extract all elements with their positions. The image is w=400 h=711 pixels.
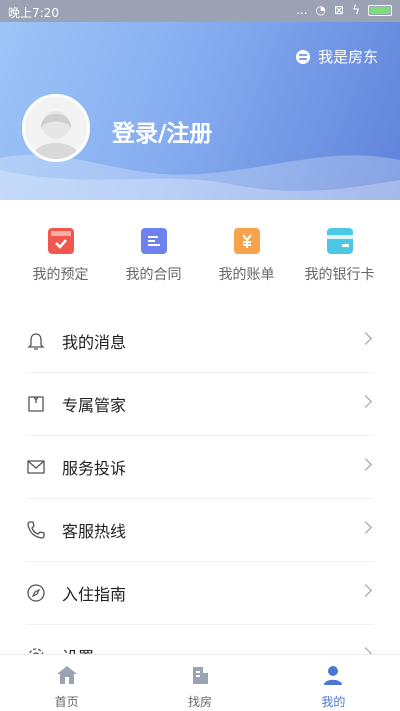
- menu-item-label: 专属管家: [62, 396, 127, 415]
- building-icon: [192, 667, 208, 684]
- profile-header: 我是房东 登录/注册: [0, 22, 400, 200]
- quick-action-label: 我的银行卡: [304, 267, 375, 283]
- menu-item-guide[interactable]: 入住指南: [26, 562, 374, 625]
- tab-label: 找房: [187, 695, 212, 709]
- default-avatar-icon: [25, 97, 87, 159]
- phone-icon: [27, 521, 45, 539]
- menu-item-label: 客服热线: [62, 522, 127, 541]
- menu-item-butler[interactable]: 专属管家: [26, 373, 374, 436]
- quick-actions: 我的预定 我的合同 我的账单 我的银行卡: [0, 228, 400, 284]
- bill-icon: [233, 228, 260, 254]
- menu-item-label: 入住指南: [62, 585, 127, 604]
- quick-action-reservation[interactable]: 我的预定: [20, 228, 102, 284]
- landlord-label: 我是房东: [317, 48, 378, 66]
- chevron-right-icon: [359, 521, 372, 534]
- menu-item-messages[interactable]: 我的消息: [26, 310, 374, 373]
- sim-icon: ⊠: [334, 3, 345, 17]
- home-icon: [56, 666, 77, 684]
- menu-item-hotline[interactable]: 客服热线: [26, 499, 374, 562]
- signal-dots-icon: ...: [296, 3, 308, 17]
- shirt-icon: [28, 396, 44, 412]
- status-icons: ... ◔ ⊠ ϟ: [296, 3, 392, 17]
- quick-action-bill[interactable]: 我的账单: [206, 228, 288, 284]
- quick-action-contract[interactable]: 我的合同: [113, 228, 195, 284]
- quick-action-bank-card[interactable]: 我的银行卡: [299, 228, 381, 284]
- calendar-check-icon: [47, 228, 74, 254]
- menu-item-complaint[interactable]: 服务投诉: [26, 436, 374, 499]
- landlord-icon: [295, 49, 310, 64]
- chevron-right-icon: [359, 458, 372, 471]
- charging-icon: ϟ: [352, 3, 360, 17]
- battery-icon: [368, 4, 392, 16]
- status-bar: 晚上7:20 ... ◔ ⊠ ϟ: [0, 0, 400, 22]
- wifi-icon: ◔: [315, 3, 327, 17]
- tab-mine[interactable]: 我的: [267, 655, 400, 711]
- quick-action-label: 我的合同: [125, 267, 182, 283]
- contract-icon: [140, 228, 167, 254]
- menu-list: 我的消息 专属管家 服务投诉 客服热线 入住指南 设置: [0, 310, 400, 688]
- status-time: 晚上7:20: [8, 6, 59, 20]
- bank-card-icon: [326, 228, 353, 254]
- tab-label: 我的: [321, 695, 346, 709]
- avatar[interactable]: [22, 94, 90, 162]
- quick-action-label: 我的账单: [218, 267, 275, 283]
- login-register-link[interactable]: 登录/注册: [112, 114, 212, 148]
- menu-item-label: 我的消息: [62, 333, 127, 352]
- mail-icon: [27, 460, 45, 474]
- tab-label: 首页: [54, 695, 79, 709]
- user-icon: [324, 666, 343, 685]
- compass-icon: [27, 584, 45, 602]
- tab-find-house[interactable]: 找房: [133, 655, 266, 711]
- tab-home[interactable]: 首页: [0, 655, 133, 711]
- quick-action-label: 我的预定: [32, 267, 89, 283]
- chevron-right-icon: [359, 584, 372, 597]
- bottom-tab-bar: 首页 找房 我的: [0, 654, 400, 711]
- chevron-right-icon: [359, 395, 372, 408]
- menu-item-label: 服务投诉: [62, 459, 127, 478]
- bell-icon: [27, 333, 45, 350]
- chevron-right-icon: [359, 332, 372, 345]
- landlord-switch-button[interactable]: 我是房东: [295, 46, 378, 67]
